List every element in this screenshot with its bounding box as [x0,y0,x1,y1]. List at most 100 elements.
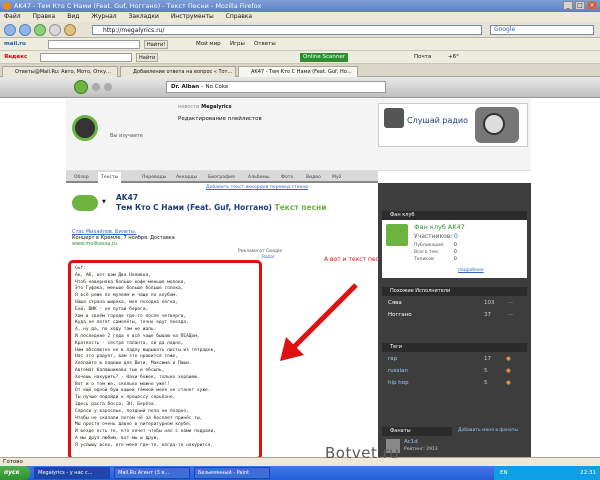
menu-view[interactable]: Вид [67,13,79,20]
minimize-button[interactable]: _ [563,1,573,10]
tag-score: 5 [484,368,488,374]
site-logo[interactable] [72,115,98,141]
lyrics-line: Ак, АК, вот вам Два Наливка, [75,272,151,278]
start-button[interactable]: пуск [0,466,30,480]
language-indicator[interactable]: EN [500,466,508,480]
taskbar-item-firefox[interactable]: Megalyrics - у нас с... [34,467,110,479]
add-fan-link[interactable]: Добавить меня в фанаты [458,428,518,433]
lyrics-line: Я услышу всех, кто меня где-то, когда-то… [75,442,214,448]
firefox-icon [3,2,11,10]
add-text-link[interactable]: Добавить текст аккордов перевод стихов [206,185,308,190]
fans-box: Ac1d Рейтинг: 2913 [382,436,527,457]
url-input[interactable]: http://megalyrics.ru/ [92,25,482,35]
tag-vote-icon[interactable]: ● [506,380,511,386]
subscribe-link[interactable]: подробнее [458,268,484,273]
tab-lyrics[interactable]: Тексты [98,172,122,183]
lyrics-line: Автомат Калашникова тык и обсыпь, [75,367,165,373]
menu-help[interactable]: Справка [226,13,252,20]
tab-albums[interactable]: Альбомы [248,172,270,183]
similar-row[interactable]: Сява 103 — [388,300,524,310]
yandex-search-input[interactable] [40,53,132,62]
lyrics-line: Ехй, ВИК - не путай берега, [75,306,149,312]
lyrics-line: А мы друз любим, вот мы и друж, [75,435,159,441]
menu-file[interactable]: Файл [4,13,21,20]
lyrics-line: Краткость - сестра таланта, ой да ладно, [75,340,184,346]
mailru-search-input[interactable] [48,40,140,49]
next-icon[interactable] [92,83,100,91]
tab-ak47[interactable]: AK47 - Тем Кто С Нами (Feat. Guf, Но... [238,66,358,77]
tab-add-answer[interactable]: Добавление ответа на вопрос « Тот... [120,66,236,77]
search-input[interactable]: Google [490,25,594,35]
tag-vote-icon[interactable]: ● [506,356,511,362]
tag-row[interactable]: russian 5 ● [388,368,524,378]
tags-box: rap 17 ● russian 5 ● hip hop 5 ● [382,352,527,392]
taskbar-item-agent[interactable]: Mail.Ru Агент (3 в... [114,467,190,479]
tag-row[interactable]: hip hop 5 ● [388,380,524,390]
clock: 22:31 [580,470,596,476]
games-link[interactable]: Игры [230,38,245,51]
mail-link[interactable]: Почта [414,51,431,64]
lyrics-line: Хлопайте в ладоши для Вити, Максима и Па… [75,361,192,367]
yandex-find-button[interactable]: Найти [136,53,159,62]
tab-label: Ответы@Mail.Ru: Авто, Мото, Отку... [15,69,111,75]
yandex-toolbar: Яндекс Найти Online Scanner Почта +6° [0,51,600,64]
tab-translations[interactable]: Переводы [142,172,166,183]
news-text[interactable]: Редактирование плейлистов [178,116,338,122]
myworld-link[interactable]: Мой мир [196,38,221,51]
back-icon[interactable] [4,24,16,36]
radio-promo[interactable]: Слушай радио [378,103,528,147]
close-button[interactable]: × [587,1,597,10]
song-dropdown-icon[interactable]: ▼ [102,199,106,205]
forward-icon[interactable] [19,24,31,36]
menu-bookmarks[interactable]: Закладки [129,13,159,20]
menu-history[interactable]: Журнал [91,13,116,20]
similar-row[interactable]: Ноггано 37 — [388,312,524,322]
total-value: 0 [454,250,457,255]
home-icon[interactable] [64,24,76,36]
vote-icon[interactable]: — [508,300,514,306]
now-playing-artist: Dr. Alban [171,84,200,90]
mailru-find-button[interactable]: Найти! [144,40,169,49]
tab-my2[interactable]: Му2 [332,172,342,183]
tab-overview[interactable]: Обзор [74,172,89,183]
artist-name: AK47 [116,193,139,202]
taskbar-item-paint[interactable]: Безымянный - Paint [194,467,270,479]
maximize-button[interactable]: □ [575,1,585,10]
vote-icon[interactable]: — [508,312,514,318]
tab-chords[interactable]: Аккорды [176,172,197,183]
answers-link[interactable]: Ответы [254,38,276,51]
menu-tools[interactable]: Инструменты [171,13,214,20]
weather-badge[interactable]: +6° [448,51,459,64]
fan-rating: Рейтинг: 2913 [404,447,438,452]
mailru-toolbar: mail.ru Найти! Мой мир Игры Ответы [0,38,600,51]
tag-vote-icon[interactable]: ● [506,368,511,374]
tab-biography[interactable]: Биография [208,172,235,183]
tag-row[interactable]: rap 17 ● [388,356,524,366]
mailru-logo[interactable]: mail.ru [4,38,26,51]
sidebar: Фан клуб Фан клуб AK47 Участников: 0 Пуб… [378,183,531,457]
tab-video[interactable]: Видео [306,172,321,183]
tab-photos[interactable]: Фото [281,172,293,183]
menu-edit[interactable]: Правка [33,13,56,20]
similar-header: Похожие Исполнители [382,287,527,296]
song-play-icon[interactable] [72,195,98,211]
reload-icon[interactable] [34,24,46,36]
ad-extra[interactable]: Razor [262,255,275,260]
annotation-arrow-icon [280,283,358,361]
tags-header: Теги [382,343,527,352]
song-title: Тем Кто С Нами (Feat. Guf, Ноггано) [116,203,272,212]
tab-mailru-answers[interactable]: Ответы@Mail.Ru: Авто, Мото, Отку... [2,66,118,77]
online-scanner-button[interactable]: Online Scanner [300,53,348,62]
lyrics-line: И последние 2 года я всё чаще бываю на П… [75,333,200,339]
yandex-logo[interactable]: Яндекс [4,51,27,64]
status-text: Готово [3,459,23,465]
tag-score: 5 [484,380,488,386]
news-block: новости Megalyrics Редактирование плейли… [178,103,338,143]
page-content: Dr. Alban – No Coke Вы изучаете новости … [0,77,600,457]
fan-club-title[interactable]: Фан клуб AK47 [414,223,465,231]
fan-name[interactable]: Ac1d [404,439,418,445]
ad-url[interactable]: www.molikassa.ru [72,241,232,247]
volume-icon[interactable] [104,83,112,91]
play-icon[interactable] [74,80,88,94]
stop-icon[interactable] [49,24,61,36]
